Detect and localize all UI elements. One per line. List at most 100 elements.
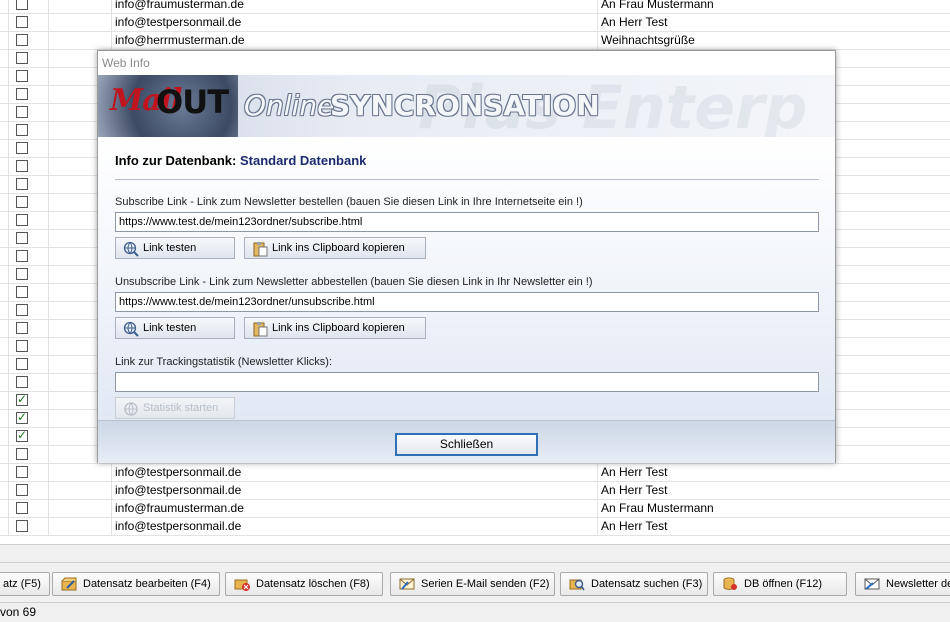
grid-cell — [8, 212, 49, 229]
db-info-label: Info zur Datenbank: — [115, 153, 237, 168]
row-checkbox[interactable] — [16, 214, 28, 226]
grid-cell — [8, 50, 49, 67]
row-checkbox[interactable] — [16, 466, 28, 478]
table-row[interactable]: info@herrmusterman.de Weihnachtsgrüße — [0, 32, 950, 50]
unsubscribe-test-button[interactable]: Link testen — [115, 317, 235, 339]
row-email: info@testpersonmail.de — [115, 483, 242, 497]
edit-record-icon — [61, 577, 77, 591]
edit-record-button[interactable]: Datensatz bearbeiten (F4) — [52, 572, 220, 596]
grid-cell — [48, 14, 112, 31]
open-db-button[interactable]: DB öffnen (F12) — [713, 572, 847, 596]
grid-footer-strip — [0, 544, 950, 563]
table-row[interactable]: info@testpersonmail.de An Herr Test — [0, 14, 950, 32]
logo-out-text: OUT — [156, 83, 229, 121]
table-row[interactable]: info@testpersonmail.de An Herr Test — [0, 464, 950, 482]
product-banner: Plus Enterp Mail OUT Online SYNCRONSATIO… — [98, 75, 835, 137]
web-info-dialog: Web Info Plus Enterp Mail OUT Online SYN… — [97, 50, 836, 463]
row-checkbox[interactable] — [16, 410, 28, 424]
row-checkbox[interactable] — [16, 268, 28, 280]
row-checkbox[interactable] — [16, 392, 28, 406]
grid-cell — [8, 32, 49, 49]
close-button[interactable]: Schließen — [395, 433, 538, 456]
grid-cell — [8, 158, 49, 175]
row-checkbox[interactable] — [16, 232, 28, 244]
grid-cell — [8, 374, 49, 391]
row-checkbox[interactable] — [16, 376, 28, 388]
tracking-label: Link zur Trackingstatistik (Newsletter K… — [115, 356, 332, 368]
grid-cell — [8, 482, 49, 499]
row-checkbox[interactable] — [16, 0, 28, 10]
statistics-start-label: Statistik starten — [143, 402, 219, 414]
row-checkbox[interactable] — [16, 484, 28, 496]
status-bar: von 69 — [0, 602, 950, 622]
table-row[interactable]: info@testpersonmail.de An Herr Test — [0, 482, 950, 500]
newsletter-label: Newsletter de — [886, 578, 950, 590]
row-checkbox[interactable] — [16, 160, 28, 172]
globe-search-icon — [123, 321, 139, 337]
grid-cell — [8, 356, 49, 373]
row-checkbox[interactable] — [16, 178, 28, 190]
row-subject: Weihnachtsgrüße — [601, 33, 695, 47]
row-checkbox[interactable] — [16, 358, 28, 370]
row-checkbox[interactable] — [16, 196, 28, 208]
grid-cell — [8, 194, 49, 211]
globe-search-icon — [123, 241, 139, 257]
table-row[interactable]: info@fraumusterman.de An Frau Mustermann — [0, 0, 950, 14]
row-subject: An Herr Test — [601, 15, 668, 29]
row-checkbox[interactable] — [16, 428, 28, 442]
row-checkbox[interactable] — [16, 322, 28, 334]
row-checkbox[interactable] — [16, 286, 28, 298]
send-mail-button[interactable]: Serien E-Mail senden (F2) — [390, 572, 555, 596]
open-db-label: DB öffnen (F12) — [744, 578, 823, 590]
grid-cell — [8, 176, 49, 193]
dialog-body: Info zur Datenbank: Standard Datenbank S… — [98, 137, 835, 463]
row-checkbox[interactable] — [16, 16, 28, 28]
row-checkbox[interactable] — [16, 448, 28, 460]
row-checkbox[interactable] — [16, 34, 28, 46]
mailout-logo: Mail OUT — [98, 75, 238, 137]
grid-cell — [8, 122, 49, 139]
row-email: info@herrmusterman.de — [115, 33, 245, 47]
newsletter-icon — [864, 577, 880, 591]
table-row[interactable]: info@fraumusterman.de An Frau Mustermann — [0, 500, 950, 518]
row-checkbox[interactable] — [16, 124, 28, 136]
unsubscribe-copy-button[interactable]: Link ins Clipboard kopieren — [244, 317, 426, 339]
row-checkbox[interactable] — [16, 88, 28, 100]
row-checkbox[interactable] — [16, 142, 28, 154]
grid-cell — [48, 32, 112, 49]
statistics-start-button[interactable]: Statistik starten — [115, 397, 235, 419]
tracking-link-field[interactable] — [115, 372, 819, 392]
row-checkbox[interactable] — [16, 520, 28, 532]
subscribe-test-button[interactable]: Link testen — [115, 237, 235, 259]
dialog-title: Web Info — [102, 56, 150, 70]
row-checkbox[interactable] — [16, 502, 28, 514]
bottom-toolbar: atz (F5) Datensatz bearbeiten (F4) Daten… — [0, 562, 950, 603]
subscribe-link-field[interactable]: https://www.test.de/mein123ordner/subscr… — [115, 212, 819, 232]
unsubscribe-link-field[interactable]: https://www.test.de/mein123ordner/unsubs… — [115, 292, 819, 312]
clipboard-icon — [252, 321, 268, 337]
table-row[interactable]: info@testpersonmail.de An Herr Test — [0, 518, 950, 536]
add-record-label: atz (F5) — [3, 578, 41, 590]
row-email: info@fraumusterman.de — [115, 501, 244, 515]
row-subject: An Herr Test — [601, 483, 668, 497]
row-checkbox[interactable] — [16, 70, 28, 82]
delete-record-button[interactable]: Datensatz löschen (F8) — [225, 572, 383, 596]
row-checkbox[interactable] — [16, 304, 28, 316]
search-record-button[interactable]: Datensatz suchen (F3) — [560, 572, 708, 596]
separator — [115, 179, 819, 180]
row-checkbox[interactable] — [16, 52, 28, 64]
dialog-titlebar[interactable]: Web Info — [98, 51, 835, 75]
row-subject: An Frau Mustermann — [601, 0, 714, 11]
newsletter-button[interactable]: Newsletter de — [855, 572, 950, 596]
grid-cell — [48, 500, 112, 517]
delete-record-label: Datensatz löschen (F8) — [256, 578, 370, 590]
row-checkbox[interactable] — [16, 340, 28, 352]
grid-cell — [8, 464, 49, 481]
send-mail-label: Serien E-Mail senden (F2) — [421, 578, 550, 590]
add-record-button[interactable]: atz (F5) — [0, 572, 50, 596]
row-checkbox[interactable] — [16, 250, 28, 262]
row-checkbox[interactable] — [16, 106, 28, 118]
grid-cell — [8, 68, 49, 85]
subscribe-copy-button[interactable]: Link ins Clipboard kopieren — [244, 237, 426, 259]
grid-cell — [8, 302, 49, 319]
